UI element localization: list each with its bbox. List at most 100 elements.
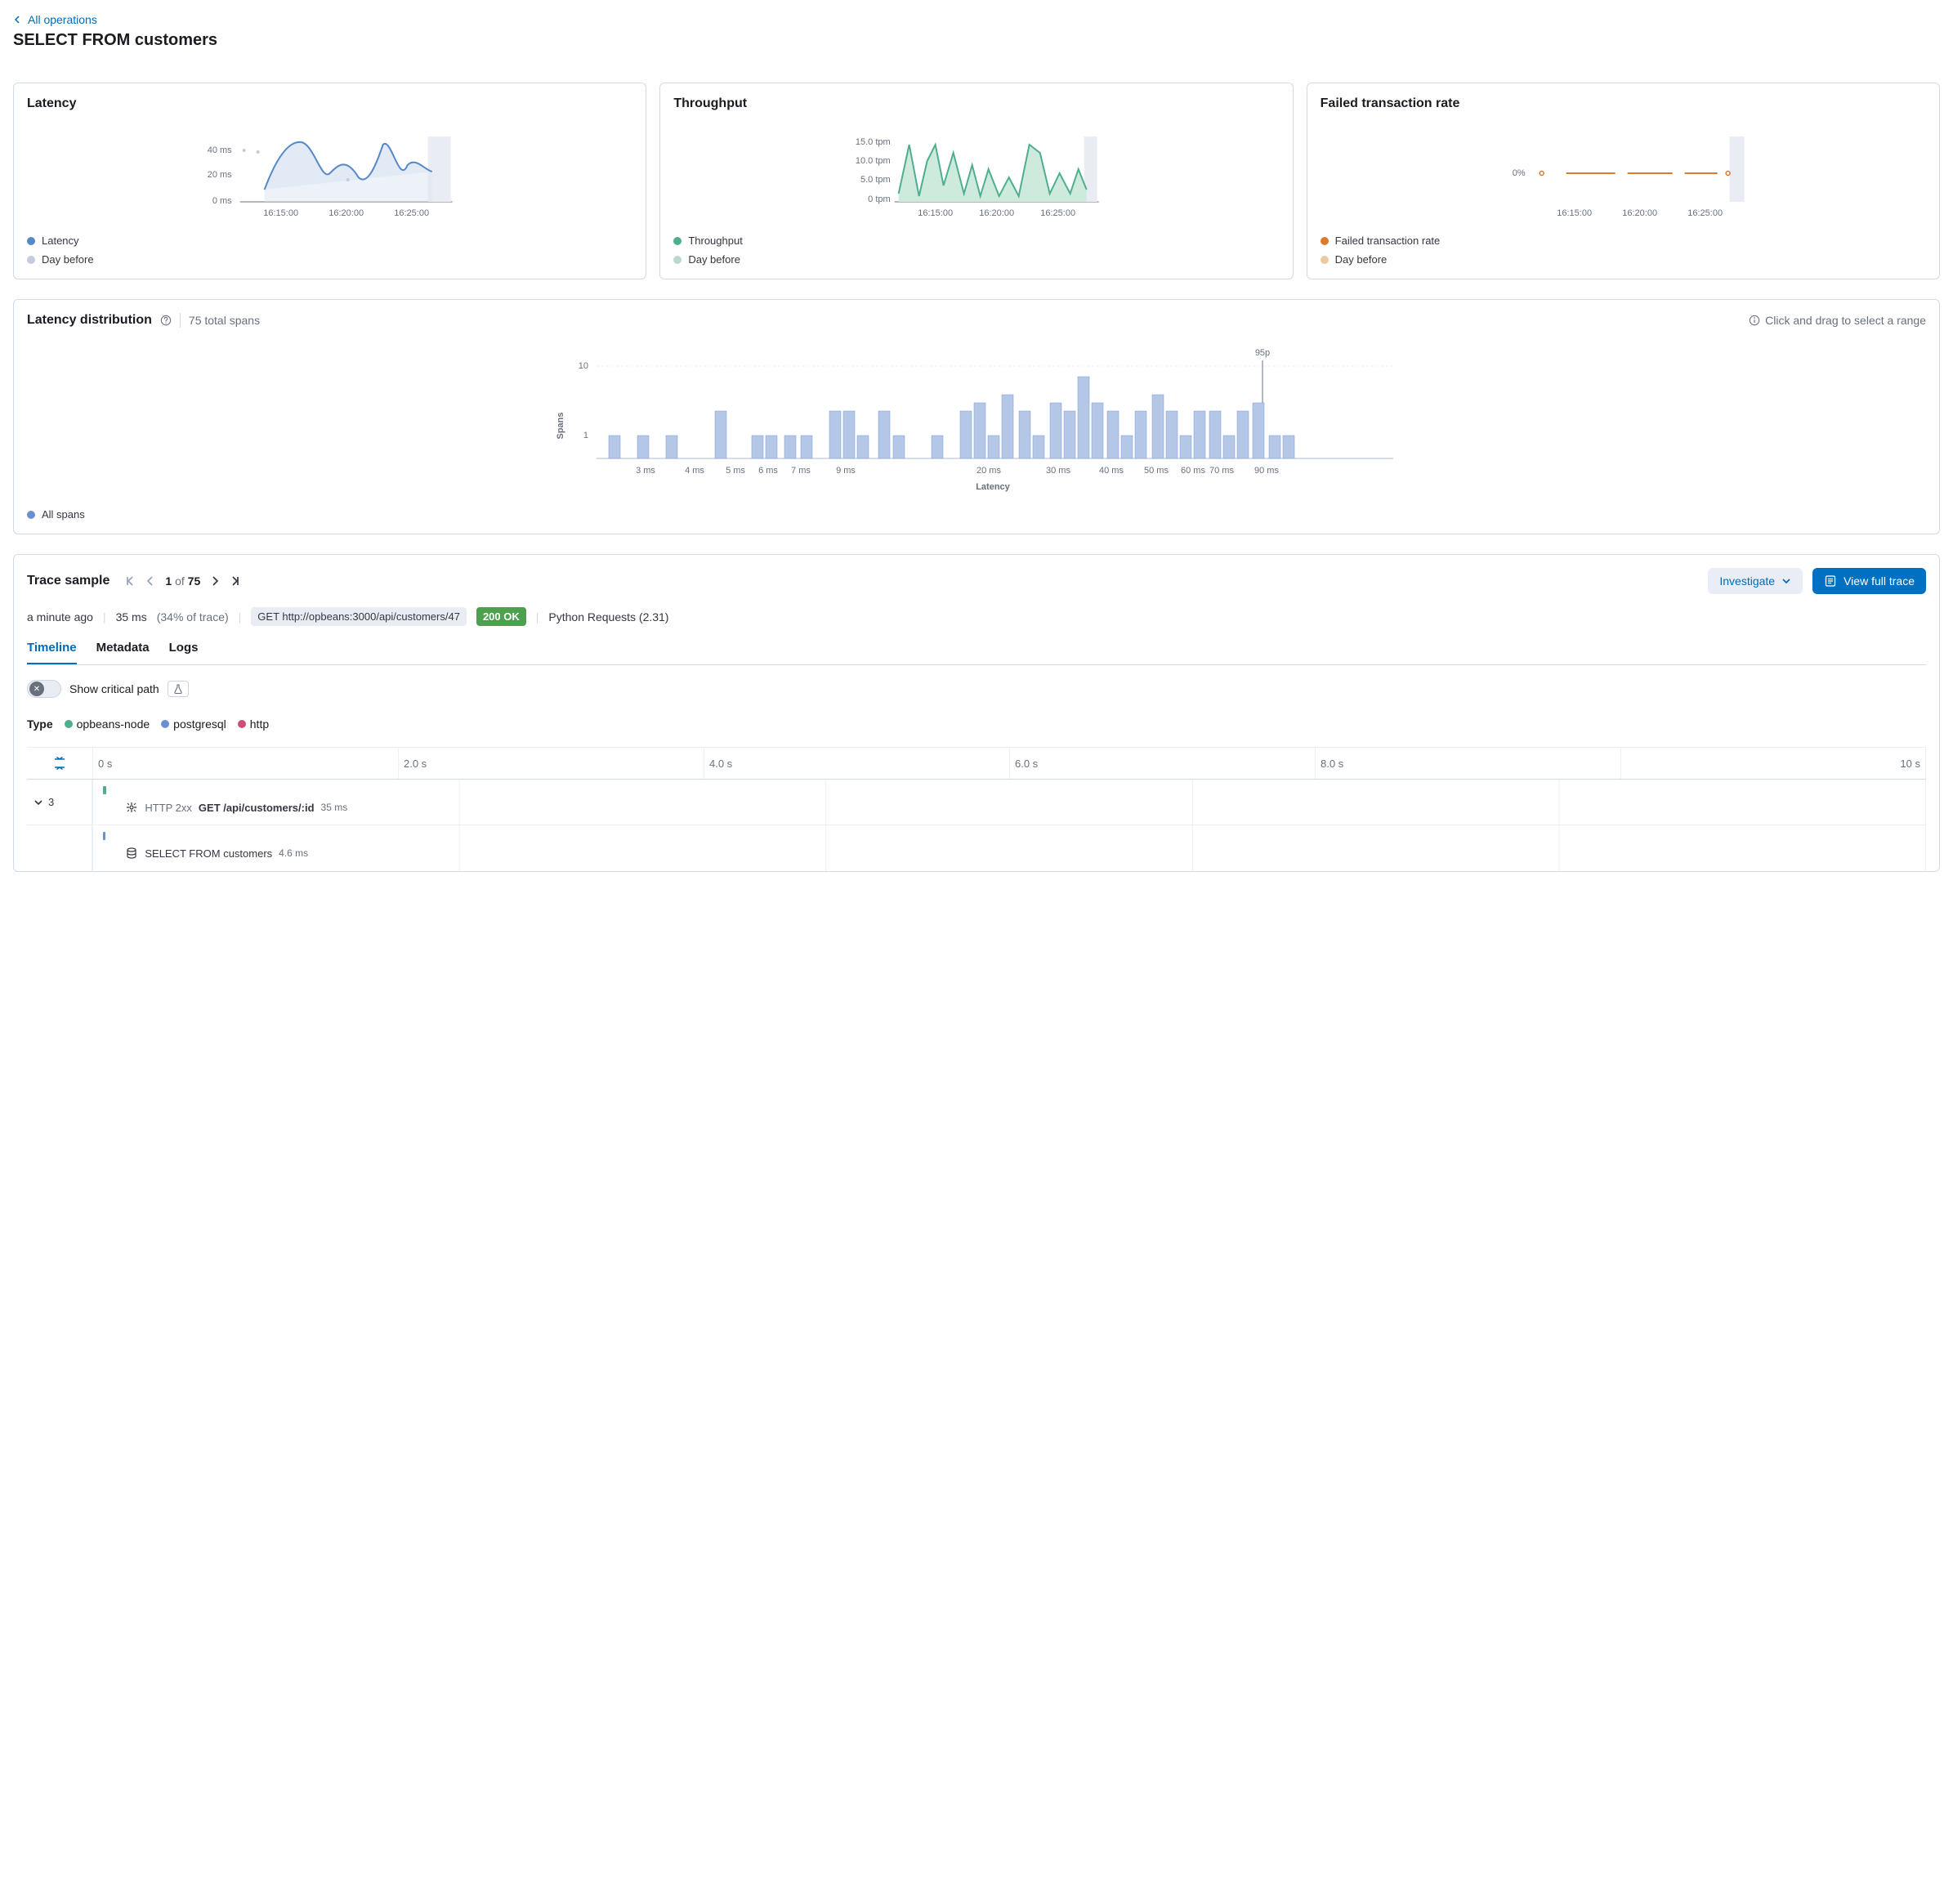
trace-status-pill: 200 OK xyxy=(476,607,526,626)
trace-title: Trace sample xyxy=(27,574,109,588)
tab-timeline[interactable]: Timeline xyxy=(27,641,77,664)
latency-legend-primary[interactable]: Latency xyxy=(27,235,632,247)
view-full-trace-button[interactable]: View full trace xyxy=(1812,568,1926,594)
svg-text:50 ms: 50 ms xyxy=(1144,466,1169,476)
dot-icon xyxy=(673,237,682,245)
svg-text:16:25:00: 16:25:00 xyxy=(394,208,429,218)
dot-icon xyxy=(27,237,35,245)
entry-icon xyxy=(125,801,138,814)
help-icon[interactable] xyxy=(160,315,172,326)
failed-legend-secondary[interactable]: Day before xyxy=(1321,253,1926,266)
time-tick: 2.0 s xyxy=(398,748,704,779)
distribution-count: 75 total spans xyxy=(189,314,260,327)
chevron-down-icon[interactable] xyxy=(34,798,43,807)
svg-text:16:15:00: 16:15:00 xyxy=(1557,208,1592,218)
svg-text:9 ms: 9 ms xyxy=(836,466,856,476)
dot-icon xyxy=(1321,256,1329,264)
svg-text:95p: 95p xyxy=(1255,348,1270,358)
pager-position: 1 of 75 xyxy=(165,574,200,588)
svg-text:7 ms: 7 ms xyxy=(791,466,811,476)
svg-text:16:25:00: 16:25:00 xyxy=(1687,208,1723,218)
distribution-legend-all-spans[interactable]: All spans xyxy=(27,508,1926,521)
svg-text:40 ms: 40 ms xyxy=(208,145,232,155)
span-op: SELECT FROM customers xyxy=(145,847,272,860)
svg-text:20 ms: 20 ms xyxy=(976,466,1001,476)
throughput-card-title: Throughput xyxy=(673,96,1279,111)
svg-text:30 ms: 30 ms xyxy=(1046,466,1070,476)
database-icon xyxy=(125,847,138,860)
pager-first-button[interactable] xyxy=(124,575,136,587)
waterfall-row[interactable]: SELECT FROM customers 4.6 ms xyxy=(27,825,1926,871)
svg-text:16:20:00: 16:20:00 xyxy=(328,208,364,218)
trace-tabs: Timeline Metadata Logs xyxy=(27,641,1926,665)
dot-icon xyxy=(1321,237,1329,245)
time-tick: 0 s xyxy=(92,748,398,779)
latency-card: Latency 40 ms 20 ms 0 ms 16:15:00 16:20:… xyxy=(13,83,646,279)
cross-icon: ✕ xyxy=(29,682,44,696)
trace-client: Python Requests (2.31) xyxy=(548,610,668,623)
svg-text:16:20:00: 16:20:00 xyxy=(980,208,1015,218)
span-bar xyxy=(103,786,106,794)
document-icon xyxy=(1824,574,1837,588)
svg-text:16:15:00: 16:15:00 xyxy=(263,208,298,218)
critical-path-label: Show critical path xyxy=(69,682,159,695)
dot-icon xyxy=(673,256,682,264)
svg-text:3 ms: 3 ms xyxy=(636,466,655,476)
flask-icon xyxy=(172,683,184,695)
failed-rate-card-title: Failed transaction rate xyxy=(1321,96,1926,111)
svg-text:0%: 0% xyxy=(1512,168,1525,178)
waterfall-row[interactable]: 3 HTTP 2xx GET /api/customers/:id 35 ms xyxy=(27,780,1926,825)
svg-text:Latency: Latency xyxy=(976,482,1010,492)
svg-text:15.0 tpm: 15.0 tpm xyxy=(856,137,891,147)
throughput-card: Throughput 15.0 tpm 10.0 tpm 5.0 tpm 0 t… xyxy=(659,83,1293,279)
dot-icon xyxy=(27,256,35,264)
svg-text:60 ms: 60 ms xyxy=(1181,466,1205,476)
span-op: GET /api/customers/:id xyxy=(199,802,315,814)
throughput-legend-primary[interactable]: Throughput xyxy=(673,235,1279,247)
pager-last-button[interactable] xyxy=(230,575,241,587)
pager-next-button[interactable] xyxy=(210,575,220,587)
stat-cards-row: Latency 40 ms 20 ms 0 ms 16:15:00 16:20:… xyxy=(13,83,1940,279)
investigate-button[interactable]: Investigate xyxy=(1708,568,1803,594)
pager-prev-button[interactable] xyxy=(145,575,155,587)
latency-legend-secondary[interactable]: Day before xyxy=(27,253,632,266)
type-postgresql[interactable]: postgresql xyxy=(161,717,226,731)
critical-path-toggle[interactable]: ✕ xyxy=(27,680,61,698)
svg-text:Spans: Spans xyxy=(556,412,565,439)
tab-logs[interactable]: Logs xyxy=(169,641,199,664)
type-opbeans-node[interactable]: opbeans-node xyxy=(65,717,150,731)
trace-sample-panel: Trace sample 1 of 75 xyxy=(13,554,1940,872)
collapse-icon[interactable] xyxy=(52,756,67,771)
latency-distribution-chart[interactable]: Spans 10 1 95p xyxy=(27,344,1926,499)
span-bar xyxy=(103,832,105,840)
status-text: HTTP 2xx xyxy=(145,802,192,814)
breadcrumb-back[interactable]: All operations xyxy=(13,13,1940,26)
type-http[interactable]: http xyxy=(238,717,269,731)
svg-text:40 ms: 40 ms xyxy=(1099,466,1124,476)
time-tick: 4.0 s xyxy=(704,748,1009,779)
span-duration: 4.6 ms xyxy=(279,847,308,859)
time-tick: 10 s xyxy=(1620,748,1926,779)
throughput-legend-secondary[interactable]: Day before xyxy=(673,253,1279,266)
trace-age: a minute ago xyxy=(27,610,93,623)
svg-text:0 tpm: 0 tpm xyxy=(868,194,891,204)
info-icon xyxy=(1749,315,1760,326)
failed-rate-sparkline[interactable]: 0% 16:15:00 16:20:00 16:25:00 xyxy=(1321,124,1926,222)
page-title: SELECT FROM customers xyxy=(13,31,1940,50)
tab-metadata[interactable]: Metadata xyxy=(96,641,150,664)
latency-distribution-panel: Latency distribution 75 total spans Clic… xyxy=(13,299,1940,534)
throughput-sparkline[interactable]: 15.0 tpm 10.0 tpm 5.0 tpm 0 tpm 16:15:00… xyxy=(673,124,1279,222)
svg-text:4 ms: 4 ms xyxy=(685,466,704,476)
svg-text:5 ms: 5 ms xyxy=(726,466,745,476)
failed-rate-card: Failed transaction rate 0% 16:15:00 16:2… xyxy=(1307,83,1940,279)
chevron-down-icon xyxy=(1781,576,1791,586)
pager: 1 of 75 xyxy=(124,574,241,588)
trace-meta: a minute ago | 35 ms (34% of trace) | GE… xyxy=(27,607,1926,626)
distribution-hint: Click and drag to select a range xyxy=(1765,314,1926,327)
span-duration: 35 ms xyxy=(321,802,348,813)
timeline-axis: 0 s 2.0 s 4.0 s 6.0 s 8.0 s 10 s xyxy=(27,747,1926,780)
latency-sparkline[interactable]: 40 ms 20 ms 0 ms 16:15:00 16:20:00 16:25… xyxy=(27,124,632,222)
failed-legend-primary[interactable]: Failed transaction rate xyxy=(1321,235,1926,247)
trace-request-pill[interactable]: GET http://opbeans:3000/api/customers/47 xyxy=(251,607,467,626)
latency-card-title: Latency xyxy=(27,96,632,111)
